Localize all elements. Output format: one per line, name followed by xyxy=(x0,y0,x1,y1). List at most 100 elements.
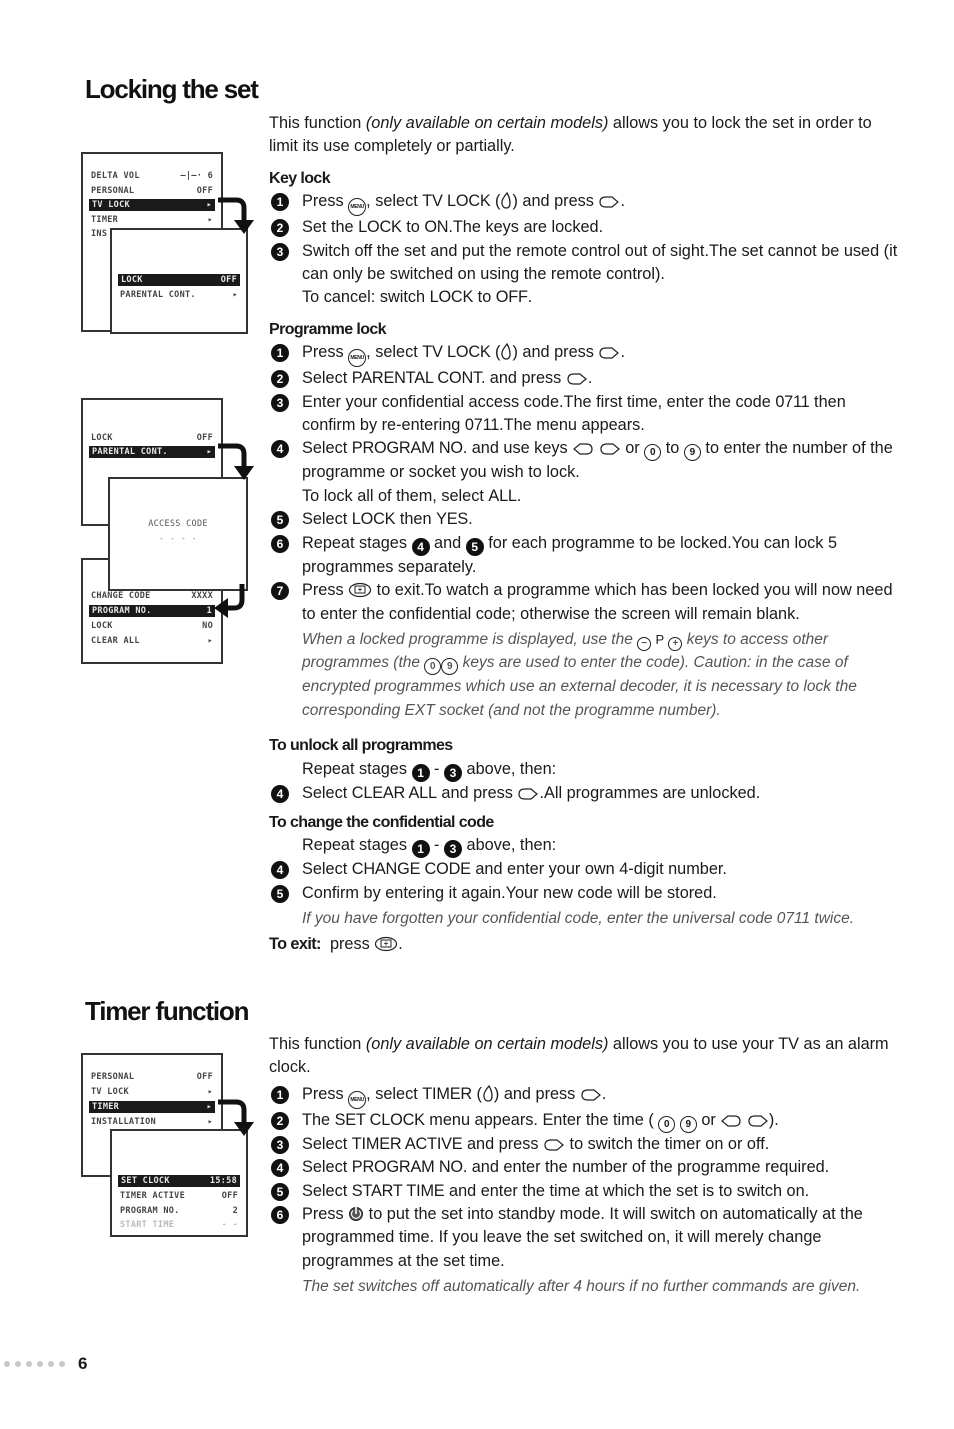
step: 3 Switch off the set and put the remote c… xyxy=(269,240,899,310)
text: . xyxy=(601,1084,607,1103)
cursor-right-icon xyxy=(599,196,620,208)
osd-row: LOCK OFF xyxy=(91,432,213,444)
osd-value: OFF xyxy=(220,275,237,285)
step: 4 Select PROGRAM NO. and use keys or 0 to… xyxy=(269,437,899,508)
step-number: 5 xyxy=(271,884,289,903)
repeat-line: Repeat stages 1 - 3 above, then: xyxy=(269,758,899,782)
step-reference: 1 xyxy=(411,840,430,859)
heading-key-lock: Key lock xyxy=(269,169,331,187)
menu-arrow-icon xyxy=(218,1099,254,1136)
osd-label: CHANGE CODE xyxy=(91,591,151,601)
text: to xyxy=(473,288,496,307)
text: . xyxy=(398,934,403,953)
standby-button-icon xyxy=(349,1207,364,1222)
access-code-label: ACCESS CODE xyxy=(148,519,208,529)
text: When a locked programme is displayed, us… xyxy=(302,630,638,648)
note: The set switches off automatically after… xyxy=(302,1278,861,1296)
step-number: 4 xyxy=(271,1159,289,1178)
osd-value: 2 xyxy=(232,1206,238,1216)
text: and enter your own 4-digit number. xyxy=(470,860,727,879)
osd-value: —|—· 6 xyxy=(180,171,213,181)
text: . xyxy=(620,343,625,362)
text: ) and press xyxy=(512,343,599,362)
text: - xyxy=(429,759,444,778)
heading-unlock-all: To unlock all programmes xyxy=(269,737,453,755)
text: Select xyxy=(302,1181,352,1200)
text: press xyxy=(329,934,375,953)
osd-value: ▸ xyxy=(207,215,213,225)
minus-key-icon: − xyxy=(637,636,652,651)
text: ) and press xyxy=(512,192,599,211)
step: 1 Press MENU, select TV LOCK () and press… xyxy=(269,341,899,368)
osd-sub-menu: SET CLOCK 15:58 TIMER ACTIVE OFF PROGRAM N… xyxy=(110,1129,248,1237)
menu-button-icon: MENU xyxy=(348,349,367,368)
text: Press xyxy=(302,343,349,362)
cursor-left-icon xyxy=(573,443,593,456)
digit-9-key-icon: 9 xyxy=(683,444,701,462)
text: or xyxy=(696,1110,721,1129)
step: 4 Select PROGRAM NO. and enter the number… xyxy=(269,1156,899,1179)
osd-row: CHANGE CODE XXXX xyxy=(91,590,213,602)
step: 5 Select LOCK then YES. xyxy=(269,508,899,531)
menu-term: TV LOCK xyxy=(422,192,491,211)
osd-label: LOCK xyxy=(121,275,143,285)
osd-label: TIMER ACTIVE xyxy=(120,1191,186,1201)
text: . xyxy=(587,369,593,388)
osd-row-faded: START TIME - - xyxy=(120,1219,238,1231)
text: Select xyxy=(302,1158,352,1177)
step-reference: 4 xyxy=(411,537,430,556)
cursor-right-icon xyxy=(748,1115,768,1127)
text: then xyxy=(395,510,437,529)
menu-term: CLEAR ALL xyxy=(351,783,437,802)
step: 6 Press to put the set into standby mode.… xyxy=(269,1203,899,1273)
digit-0-key-icon: 0 xyxy=(658,1115,676,1133)
text: ( xyxy=(490,192,501,211)
menu-button-icon: MENU xyxy=(348,198,367,217)
step: 2 The SET CLOCK menu appears. Enter the t… xyxy=(269,1109,899,1133)
osd-label: PERSONAL xyxy=(91,1072,135,1082)
section-title-locking: Locking the set xyxy=(85,74,259,104)
menu-term: YES xyxy=(436,510,469,529)
step-number: 1 xyxy=(271,1085,289,1104)
osd-value: ▸ xyxy=(232,290,238,300)
osd-label: LOCK xyxy=(91,621,113,631)
cursor-left-icon xyxy=(721,1115,741,1127)
step: 5 Select START TIME and enter the time at… xyxy=(269,1180,899,1203)
text: to xyxy=(661,439,684,458)
text: and xyxy=(429,533,466,552)
osd-label: PROGRAM NO. xyxy=(120,1206,180,1216)
osd-row: PROGRAM NO. 2 xyxy=(120,1205,238,1217)
osd-label: PARENTAL CONT. xyxy=(120,290,196,300)
text: and enter the number of the programme re… xyxy=(467,1158,830,1177)
page-number: 6 xyxy=(78,1354,88,1373)
dot xyxy=(4,1361,10,1367)
step-number: 6 xyxy=(271,1206,289,1225)
step-reference: 3 xyxy=(444,840,462,859)
dot xyxy=(26,1361,32,1367)
osd-sub-menu: LOCK OFF PARENTAL CONT. ▸ xyxy=(110,228,248,334)
exit-button-icon xyxy=(349,582,372,598)
text: Set the xyxy=(302,218,359,237)
osd-value: - - xyxy=(221,1220,238,1230)
text: .The menu appears. xyxy=(499,416,645,435)
text: Confirm by entering it again.Your new co… xyxy=(302,883,717,902)
step: 7 Press to exit.To watch a programme whic… xyxy=(269,579,899,626)
locking-content: This function (only available on certain… xyxy=(269,112,899,956)
access-code-value: - - - - xyxy=(159,534,197,544)
menu-term: TV LOCK xyxy=(422,343,491,362)
osd-value: 15:58 xyxy=(209,1176,237,1186)
text: ). xyxy=(768,1110,779,1129)
cursor-right-icon xyxy=(518,787,539,800)
step: 4 Select CHANGE CODE and enter your own 4… xyxy=(269,858,899,881)
osd-value: ▸ xyxy=(206,200,212,210)
cursor-right-icon xyxy=(567,373,587,385)
step-number: 7 xyxy=(271,582,289,601)
text: to put the set into standby mode. It wil… xyxy=(302,1205,863,1270)
step-reference: 1 xyxy=(411,763,430,782)
cursor-right-icon xyxy=(599,347,620,359)
text: Select xyxy=(302,439,352,458)
text: and press xyxy=(485,369,566,388)
dot xyxy=(59,1361,65,1367)
osd-row: CLEAR ALL ▸ xyxy=(91,635,213,647)
text: above, then: xyxy=(462,836,557,855)
